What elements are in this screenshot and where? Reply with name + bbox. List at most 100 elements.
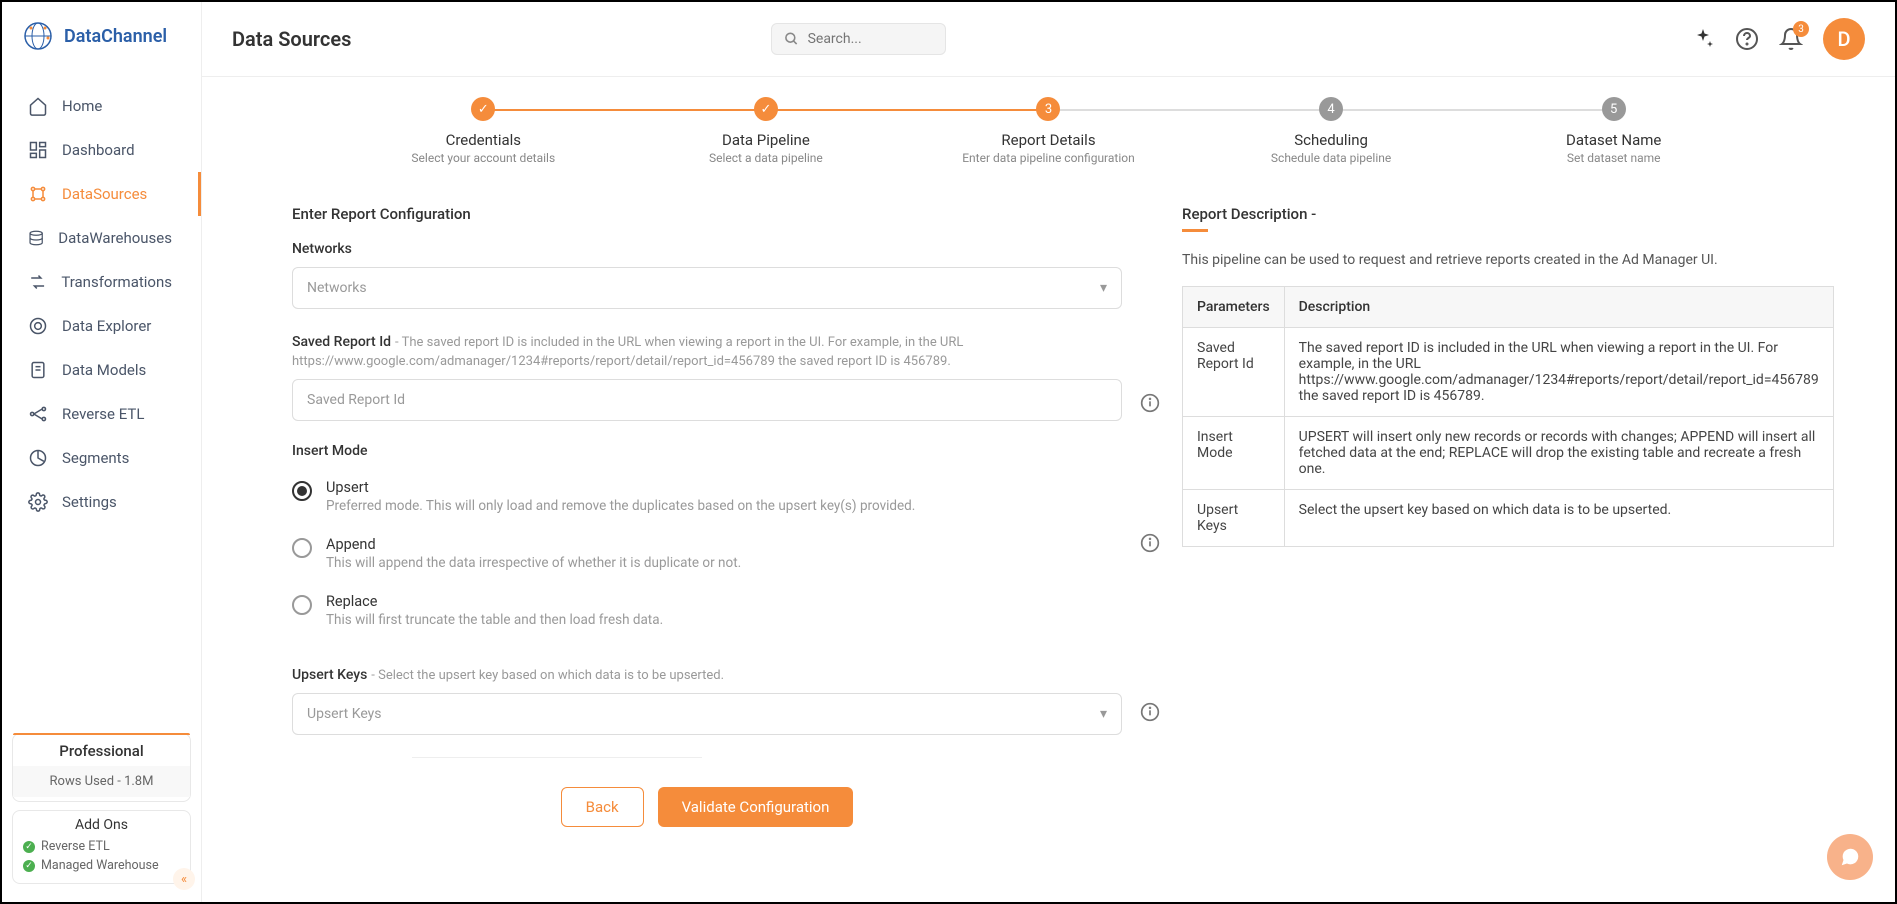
step-credentials[interactable]: ✓ Credentials Select your account detail… bbox=[342, 97, 625, 165]
brand-name: DataChannel bbox=[64, 26, 167, 47]
radio-icon bbox=[292, 595, 312, 615]
sidebar-item-transformations[interactable]: Transformations bbox=[2, 260, 201, 304]
saved-report-field: Saved Report Id - The saved report ID is… bbox=[292, 331, 1122, 421]
description-table: Parameters Description Saved Report IdTh… bbox=[1182, 286, 1834, 547]
sidebar-item-reverseetl[interactable]: Reverse ETL bbox=[2, 392, 201, 436]
insert-mode-field: Insert Mode Upsert Preferred mode. This … bbox=[292, 443, 1122, 642]
radio-replace[interactable]: Replace This will first truncate the tab… bbox=[292, 585, 1122, 642]
main: Data Sources 3 D ✓ bbox=[202, 2, 1895, 902]
sidebar-item-home[interactable]: Home bbox=[2, 84, 201, 128]
description-title: Report Description - bbox=[1182, 205, 1834, 223]
step-reportdetails[interactable]: 3 Report Details Enter data pipeline con… bbox=[907, 97, 1190, 165]
avatar[interactable]: D bbox=[1823, 18, 1865, 60]
page-title: Data Sources bbox=[232, 27, 351, 51]
globe-icon bbox=[22, 20, 54, 52]
table-header: Description bbox=[1284, 287, 1833, 328]
step-datapipeline[interactable]: ✓ Data Pipeline Select a data pipeline bbox=[625, 97, 908, 165]
addon-item: Managed Warehouse bbox=[23, 856, 180, 875]
addon-item: Reverse ETL bbox=[23, 837, 180, 856]
sidebar-item-label: Data Explorer bbox=[62, 317, 151, 335]
back-button[interactable]: Back bbox=[561, 787, 644, 827]
sidebar: DataChannel Home Dashboard DataSources D… bbox=[2, 2, 202, 902]
insert-mode-label: Insert Mode bbox=[292, 443, 1122, 459]
sidebar-item-label: Settings bbox=[62, 493, 117, 511]
chat-icon bbox=[1839, 846, 1861, 868]
collapse-sidebar-button[interactable]: « bbox=[173, 868, 195, 890]
logo[interactable]: DataChannel bbox=[2, 2, 201, 70]
database-icon bbox=[28, 228, 44, 248]
networks-select[interactable]: Networks ▾ bbox=[292, 267, 1122, 309]
step-scheduling[interactable]: 4 Scheduling Schedule data pipeline bbox=[1190, 97, 1473, 165]
reverseetl-icon bbox=[28, 404, 48, 424]
sidebar-item-datasources[interactable]: DataSources bbox=[2, 172, 201, 216]
dashboard-icon bbox=[28, 140, 48, 160]
table-row: Insert ModeUPSERT will insert only new r… bbox=[1183, 417, 1834, 490]
saved-report-hint: - The saved report ID is included in the… bbox=[292, 335, 963, 369]
info-icon[interactable] bbox=[1140, 393, 1160, 413]
sparkle-icon[interactable] bbox=[1691, 27, 1715, 51]
chat-fab[interactable] bbox=[1827, 834, 1873, 880]
search-input-wrapper[interactable] bbox=[771, 23, 946, 55]
notification-bell[interactable]: 3 bbox=[1779, 27, 1803, 51]
search-icon bbox=[784, 30, 799, 48]
sidebar-item-dataexplorer[interactable]: Data Explorer bbox=[2, 304, 201, 348]
saved-report-label: Saved Report Id bbox=[292, 334, 391, 350]
sidebar-item-label: Segments bbox=[62, 449, 129, 467]
check-icon: ✓ bbox=[754, 97, 778, 121]
search-input[interactable] bbox=[808, 31, 934, 47]
sidebar-item-label: Transformations bbox=[61, 273, 172, 291]
table-row: Upsert KeysSelect the upsert key based o… bbox=[1183, 490, 1834, 547]
gear-icon bbox=[28, 492, 48, 512]
sidebar-item-dashboard[interactable]: Dashboard bbox=[2, 128, 201, 172]
sidebar-item-label: Data Models bbox=[62, 361, 146, 379]
info-icon[interactable] bbox=[1140, 533, 1160, 553]
chevron-down-icon: ▾ bbox=[1100, 706, 1107, 722]
description-panel: Report Description - This pipeline can b… bbox=[1182, 205, 1834, 827]
plan-rows: Rows Used - 1.8M bbox=[13, 766, 190, 797]
saved-report-input[interactable] bbox=[292, 379, 1122, 421]
explorer-icon bbox=[28, 316, 48, 336]
transform-icon bbox=[28, 272, 47, 292]
addons-card: Add Ons Reverse ETL Managed Warehouse bbox=[12, 810, 191, 884]
table-header: Parameters bbox=[1183, 287, 1285, 328]
sidebar-item-label: Reverse ETL bbox=[62, 405, 144, 423]
addons-title: Add Ons bbox=[23, 817, 180, 837]
sidebar-item-label: DataSources bbox=[62, 185, 147, 203]
plan-card: Professional Rows Used - 1.8M bbox=[12, 733, 191, 802]
sidebar-item-label: Home bbox=[62, 97, 102, 115]
radio-icon bbox=[292, 538, 312, 558]
radio-icon bbox=[292, 481, 312, 501]
sidebar-item-datawarehouses[interactable]: DataWarehouses bbox=[2, 216, 201, 260]
description-text: This pipeline can be used to request and… bbox=[1182, 252, 1834, 268]
step-datasetname[interactable]: 5 Dataset Name Set dataset name bbox=[1472, 97, 1755, 165]
upsert-keys-label: Upsert Keys bbox=[292, 667, 367, 683]
plan-tier: Professional bbox=[13, 742, 190, 766]
radio-append[interactable]: Append This will append the data irrespe… bbox=[292, 528, 1122, 585]
networks-label: Networks bbox=[292, 241, 1122, 257]
models-icon bbox=[28, 360, 48, 380]
validate-button[interactable]: Validate Configuration bbox=[658, 787, 854, 827]
nav: Home Dashboard DataSources DataWarehouse… bbox=[2, 70, 201, 733]
upsert-keys-select[interactable]: Upsert Keys ▾ bbox=[292, 693, 1122, 735]
form-heading: Enter Report Configuration bbox=[292, 205, 1122, 223]
home-icon bbox=[28, 96, 48, 116]
check-icon: ✓ bbox=[471, 97, 495, 121]
stepper: ✓ Credentials Select your account detail… bbox=[202, 77, 1895, 175]
sidebar-item-label: Dashboard bbox=[62, 141, 135, 159]
sidebar-item-datamodels[interactable]: Data Models bbox=[2, 348, 201, 392]
segments-icon bbox=[28, 448, 48, 468]
upsert-keys-field: Upsert Keys - Select the upsert key base… bbox=[292, 664, 1122, 735]
help-icon[interactable] bbox=[1735, 27, 1759, 51]
radio-upsert[interactable]: Upsert Preferred mode. This will only lo… bbox=[292, 471, 1122, 528]
header: Data Sources 3 D bbox=[202, 2, 1895, 77]
table-row: Saved Report IdThe saved report ID is in… bbox=[1183, 328, 1834, 417]
upsert-keys-hint: - Select the upsert key based on which d… bbox=[371, 668, 724, 683]
sidebar-item-label: DataWarehouses bbox=[58, 229, 172, 247]
datasources-icon bbox=[28, 184, 48, 204]
form-left: Enter Report Configuration Networks Netw… bbox=[292, 205, 1122, 827]
info-icon[interactable] bbox=[1140, 702, 1160, 722]
sidebar-item-settings[interactable]: Settings bbox=[2, 480, 201, 524]
notification-badge: 3 bbox=[1793, 21, 1809, 37]
sidebar-item-segments[interactable]: Segments bbox=[2, 436, 201, 480]
chevron-down-icon: ▾ bbox=[1100, 280, 1107, 296]
